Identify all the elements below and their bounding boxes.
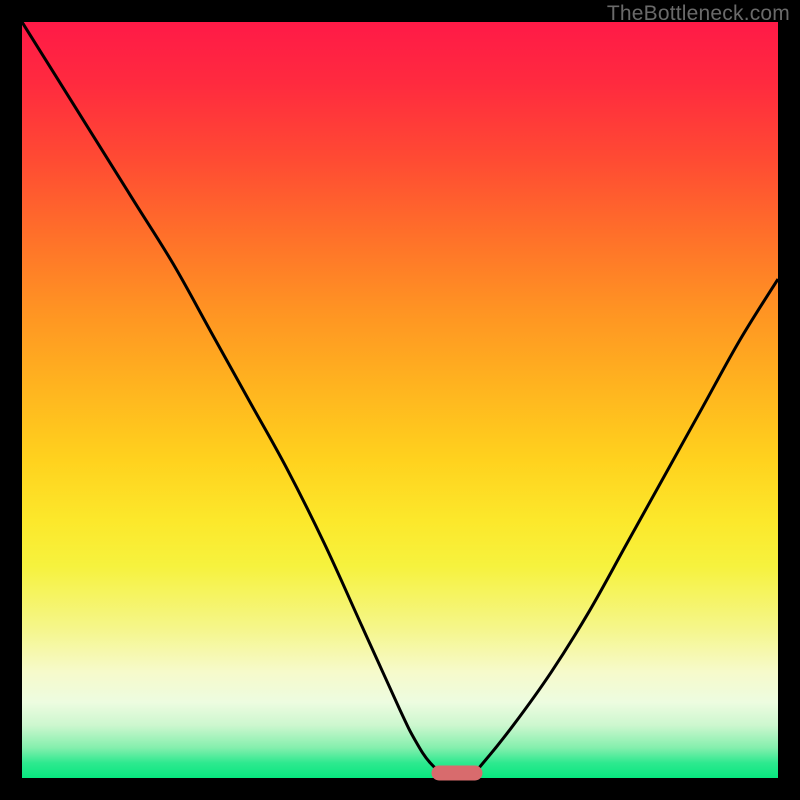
plot-area <box>22 22 778 778</box>
chart-frame: TheBottleneck.com <box>0 0 800 800</box>
optimal-marker <box>431 765 482 780</box>
bottleneck-curve <box>22 22 778 778</box>
watermark-text: TheBottleneck.com <box>607 2 790 26</box>
curve-path <box>22 22 778 778</box>
